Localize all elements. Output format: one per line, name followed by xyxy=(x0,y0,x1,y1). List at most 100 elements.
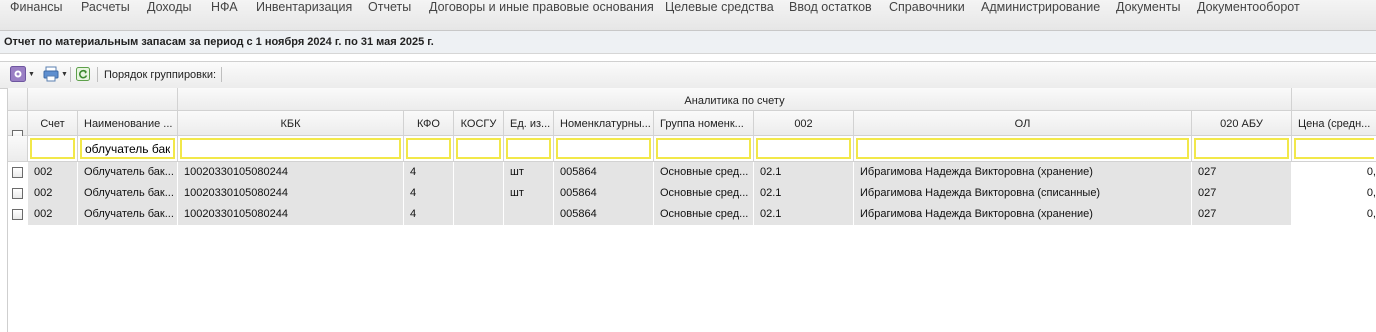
cell-kfo: 4 xyxy=(404,162,454,183)
table-row[interactable]: 002 Облучатель бак... 10020330105080244 … xyxy=(8,204,1376,225)
refresh-button[interactable] xyxy=(76,66,90,82)
cell-020-abu: 027 xyxy=(1192,204,1292,225)
cell-nomenclature-group: Основные сред... xyxy=(654,183,754,204)
cell-kbk: 10020330105080244 xyxy=(178,183,404,204)
report-title: Отчет по материальным запасам за период … xyxy=(4,36,434,48)
main-menu: Финансы Расчеты Доходы НФА Инвентаризаци… xyxy=(0,0,1376,31)
data-grid: Аналитика по счету Счет Наименование ...… xyxy=(7,88,1376,332)
filter-cell xyxy=(78,136,178,162)
cell-kosgu xyxy=(454,183,504,204)
chevron-down-icon: ▼ xyxy=(28,70,35,78)
column-header-020-abu[interactable]: 020 АБУ xyxy=(1192,111,1292,136)
filter-cell xyxy=(1192,136,1292,162)
column-label: 002 xyxy=(794,118,813,130)
column-group-label: Аналитика по счету xyxy=(684,95,785,107)
filter-cell xyxy=(754,136,854,162)
cell-002: 02.1 xyxy=(754,183,854,204)
filter-unit-input[interactable] xyxy=(506,138,551,159)
cell-kbk: 10020330105080244 xyxy=(178,162,404,183)
column-header-ol[interactable]: ОЛ xyxy=(854,111,1192,136)
cell-kosgu xyxy=(454,162,504,183)
column-header-account[interactable]: Счет xyxy=(28,111,78,136)
column-header-nomenclature-group[interactable]: Группа номенк... xyxy=(654,111,754,136)
filter-cell xyxy=(654,136,754,162)
column-header-price[interactable]: Цена (средн... xyxy=(1292,111,1376,136)
cell-unit: шт xyxy=(504,162,554,183)
column-group-header: Аналитика по счету xyxy=(178,88,1292,111)
menu-item-balance-input[interactable]: Ввод остатков xyxy=(789,0,872,14)
cell-nomenclature-number: 005864 xyxy=(554,204,654,225)
column-label: КБК xyxy=(280,118,301,130)
column-label: Номенклатурны... xyxy=(560,118,651,130)
table-row[interactable]: 002 Облучатель бак... 10020330105080244 … xyxy=(8,183,1376,204)
filter-price-input[interactable] xyxy=(1294,138,1374,159)
menu-item-income[interactable]: Доходы xyxy=(147,0,191,14)
filter-cell xyxy=(178,136,404,162)
menu-item-documents[interactable]: Документы xyxy=(1116,0,1180,14)
filter-002-input[interactable] xyxy=(756,138,851,159)
cell-unit: шт xyxy=(504,183,554,204)
menu-item-workflow[interactable]: Документооборот xyxy=(1197,0,1300,14)
report-title-bar: Отчет по материальным запасам за период … xyxy=(0,31,1376,54)
column-header-unit[interactable]: Ед. из... xyxy=(504,111,554,136)
filter-cell xyxy=(554,136,654,162)
filter-ol-input[interactable] xyxy=(856,138,1189,159)
header-spacer xyxy=(8,88,28,111)
filter-nomenclature-group-input[interactable] xyxy=(656,138,751,159)
cell-nomenclature-group: Основные сред... xyxy=(654,162,754,183)
filter-cell xyxy=(854,136,1192,162)
column-header-nomenclature-number[interactable]: Номенклатурны... xyxy=(554,111,654,136)
menu-item-reports[interactable]: Отчеты xyxy=(368,0,411,14)
filter-cell xyxy=(28,136,78,162)
filter-kfo-input[interactable] xyxy=(406,138,451,159)
toolbar-separator xyxy=(221,67,222,82)
cell-020-abu: 027 xyxy=(1192,183,1292,204)
menu-item-administration[interactable]: Администрирование xyxy=(981,0,1100,14)
column-header-kbk[interactable]: КБК xyxy=(178,111,404,136)
menu-item-nfa[interactable]: НФА xyxy=(211,0,238,14)
column-label: Группа номенк... xyxy=(660,118,744,130)
header-spacer xyxy=(28,88,178,111)
cell-nomenclature-number: 005864 xyxy=(554,162,654,183)
cell-account: 002 xyxy=(28,162,78,183)
grid-toolbar: ▼ ▼ Порядок группировки: xyxy=(0,61,1376,89)
table-row[interactable]: 002 Облучатель бак... 10020330105080244 … xyxy=(8,162,1376,183)
filter-kbk-input[interactable] xyxy=(180,138,401,159)
menu-item-settlements[interactable]: Расчеты xyxy=(81,0,130,14)
filter-name-input[interactable] xyxy=(80,138,175,159)
menu-item-target-funds[interactable]: Целевые средства xyxy=(665,0,774,14)
menu-item-inventory[interactable]: Инвентаризация xyxy=(256,0,352,14)
settings-menu-button[interactable]: ▼ xyxy=(10,66,35,82)
cell-ol: Ибрагимова Надежда Викторовна (хранение) xyxy=(854,204,1192,225)
cell-kbk: 10020330105080244 xyxy=(178,204,404,225)
row-checkbox[interactable] xyxy=(12,167,23,178)
row-checkbox[interactable] xyxy=(12,209,23,220)
settings-icon xyxy=(10,66,26,82)
grouping-order-label: Порядок группировки: xyxy=(104,69,217,81)
spacer xyxy=(0,54,1376,61)
cell-002: 02.1 xyxy=(754,162,854,183)
column-header-kosgu[interactable]: КОСГУ xyxy=(454,111,504,136)
print-menu-button[interactable]: ▼ xyxy=(43,66,68,82)
column-header-kfo[interactable]: КФО xyxy=(404,111,454,136)
column-header-name[interactable]: Наименование ... xyxy=(78,111,178,136)
cell-002: 02.1 xyxy=(754,204,854,225)
cell-kfo: 4 xyxy=(404,183,454,204)
filter-account-input[interactable] xyxy=(30,138,75,159)
menu-item-contracts[interactable]: Договоры и иные правовые основания xyxy=(429,0,654,14)
filter-020-abu-input[interactable] xyxy=(1194,138,1289,159)
menu-item-directories[interactable]: Справочники xyxy=(889,0,965,14)
header-spacer xyxy=(1292,88,1376,111)
filter-kosgu-input[interactable] xyxy=(456,138,501,159)
cell-020-abu: 027 xyxy=(1192,162,1292,183)
column-label: КФО xyxy=(417,118,440,130)
toolbar-separator xyxy=(70,67,71,82)
filter-cell xyxy=(454,136,504,162)
refresh-icon xyxy=(76,67,90,81)
toolbar-separator xyxy=(97,67,98,82)
filter-nomenclature-number-input[interactable] xyxy=(556,138,651,159)
row-checkbox[interactable] xyxy=(12,188,23,199)
menu-item-finance[interactable]: Финансы xyxy=(10,0,62,14)
column-header-002[interactable]: 002 xyxy=(754,111,854,136)
column-label: Счет xyxy=(40,118,65,130)
